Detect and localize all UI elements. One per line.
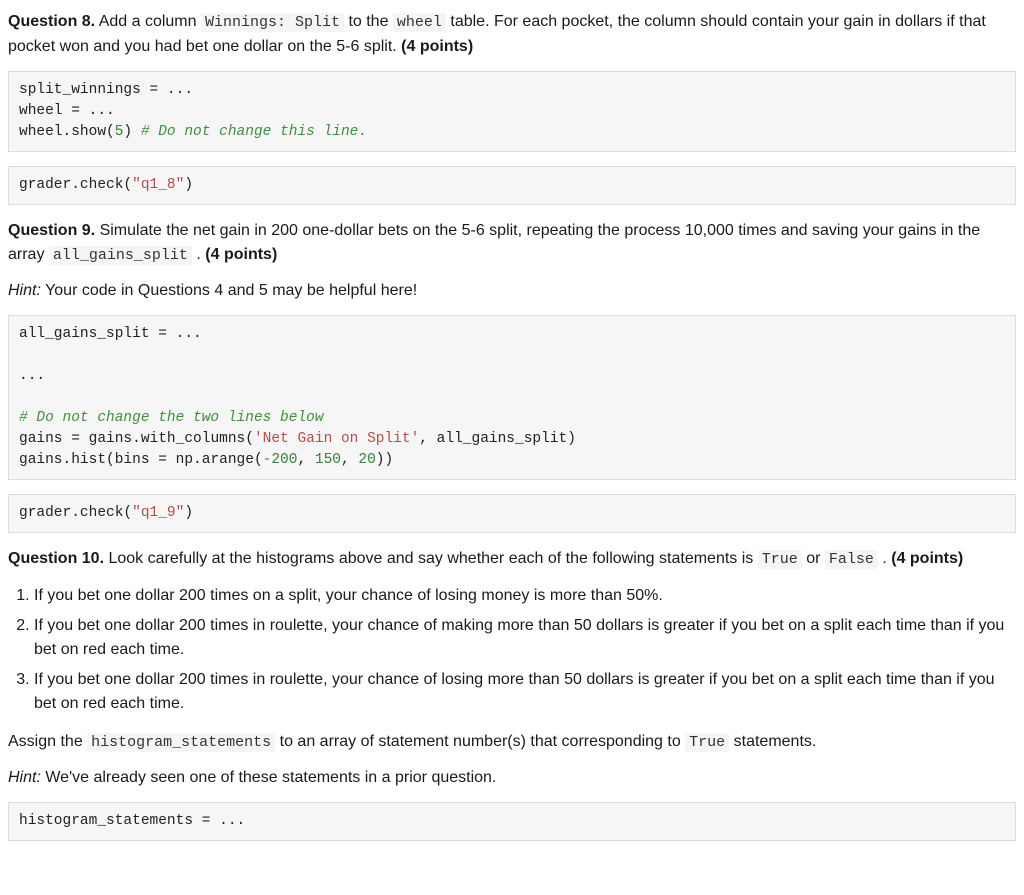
code-cell-q9-grader[interactable]: grader.check("q1_9") xyxy=(8,494,1016,533)
assign-instruction: Assign the histogram_statements to an ar… xyxy=(8,730,1016,755)
question-9: Question 9. Simulate the net gain in 200… xyxy=(8,219,1016,534)
code-cell-q8-grader[interactable]: grader.check("q1_8") xyxy=(8,166,1016,205)
question-8-prompt: Question 8. Add a column Winnings: Split… xyxy=(8,10,1016,59)
inline-code: all_gains_split xyxy=(49,246,192,265)
code-cell-q9-input[interactable]: all_gains_split = ... ... # Do not chang… xyxy=(8,315,1016,480)
inline-code: False xyxy=(825,550,878,569)
statement-2: If you bet one dollar 200 times in roule… xyxy=(34,614,1016,662)
question-10-hint: Hint: We've already seen one of these st… xyxy=(8,766,1016,790)
question-8: Question 8. Add a column Winnings: Split… xyxy=(8,10,1016,205)
question-10: Question 10. Look carefully at the histo… xyxy=(8,547,1016,841)
question-9-hint: Hint: Your code in Questions 4 and 5 may… xyxy=(8,279,1016,303)
inline-code: Winnings: Split xyxy=(201,13,344,32)
inline-code: histogram_statements xyxy=(87,733,275,752)
question-10-label: Question 10. xyxy=(8,550,104,567)
question-9-prompt: Question 9. Simulate the net gain in 200… xyxy=(8,219,1016,268)
statement-1: If you bet one dollar 200 times on a spl… xyxy=(34,584,1016,608)
inline-code: True xyxy=(758,550,802,569)
inline-code: wheel xyxy=(393,13,446,32)
points-label: (4 points) xyxy=(401,38,473,55)
code-cell-q8-input[interactable]: split_winnings = ... wheel = ... wheel.s… xyxy=(8,71,1016,152)
statement-list: If you bet one dollar 200 times on a spl… xyxy=(8,584,1016,716)
question-9-label: Question 9. xyxy=(8,222,95,239)
statement-3: If you bet one dollar 200 times in roule… xyxy=(34,668,1016,716)
inline-code: True xyxy=(685,733,729,752)
points-label: (4 points) xyxy=(891,550,963,567)
question-10-prompt: Question 10. Look carefully at the histo… xyxy=(8,547,1016,572)
question-8-label: Question 8. xyxy=(8,13,95,30)
points-label: (4 points) xyxy=(205,246,277,263)
code-cell-q10-input[interactable]: histogram_statements = ... xyxy=(8,802,1016,841)
